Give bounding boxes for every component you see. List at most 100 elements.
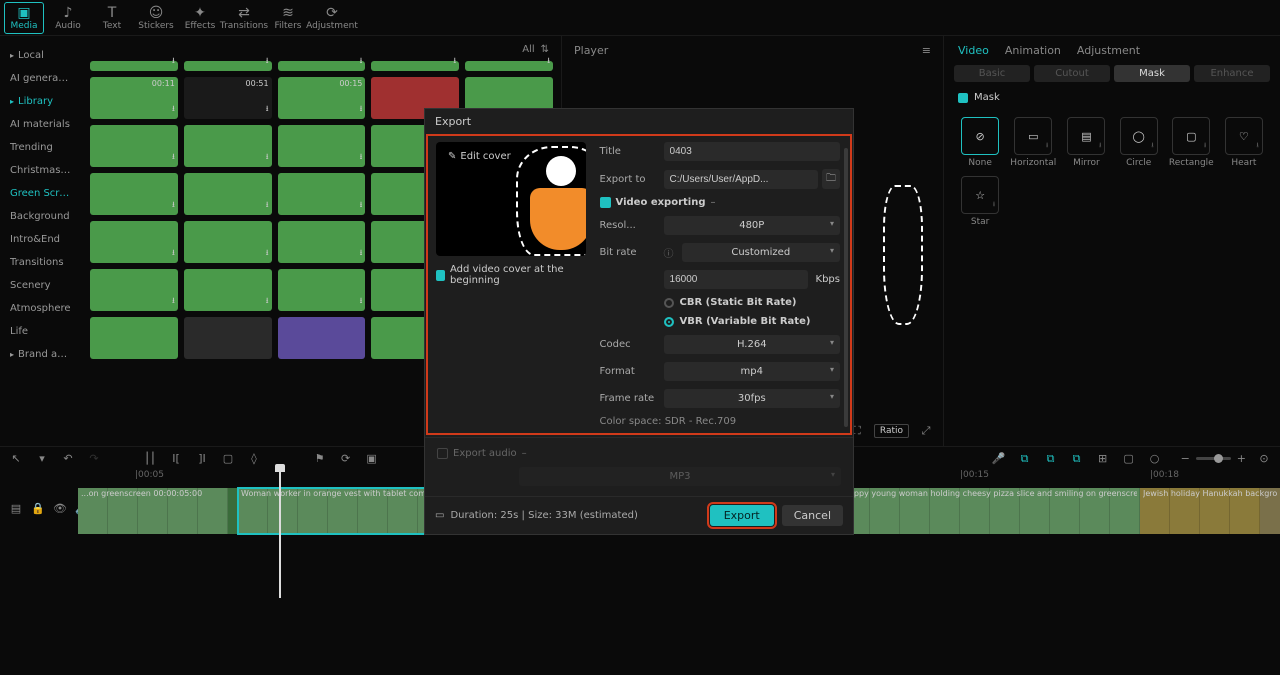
kbps-input[interactable] [664,270,808,289]
media-thumb[interactable]: ⭳ [278,269,366,311]
download-icon[interactable]: ⭳ [360,103,363,117]
filter-all[interactable]: All [522,44,534,55]
media-thumb[interactable]: ⭳ [90,173,178,215]
ab-icon[interactable]: ○ [1147,451,1163,467]
audio-export-checkbox[interactable] [437,448,448,459]
marker-button[interactable]: ◊ [246,451,262,467]
mask-horizontal[interactable]: ▭⭳ [1014,117,1052,155]
nav-intro-end[interactable]: Intro&End [0,228,82,251]
media-thumb[interactable]: 00:11⭳ [90,77,178,119]
player-fullscreen-icon[interactable]: ⤢ [917,422,935,440]
nav-green-screen[interactable]: Green Screen [0,182,82,205]
split-button[interactable]: ⎮⎮ [142,451,158,467]
subtab-mask[interactable]: Mask [1114,65,1190,82]
download-icon[interactable]: ⭳ [172,103,175,117]
nav-transitions[interactable]: Transitions [0,251,82,274]
mask-heart[interactable]: ♡⭳ [1225,117,1263,155]
tool-adjustment[interactable]: ⟳Adjustment [312,2,352,34]
fps-select[interactable]: 30fps [664,389,840,408]
download-icon[interactable]: ⭳ [266,55,269,69]
bitrate-select[interactable]: Customized [682,243,840,262]
nav-life[interactable]: Life [0,320,82,343]
export-button[interactable]: Export [710,505,774,526]
download-icon[interactable]: ⭳ [360,151,363,165]
codec-select[interactable]: H.264 [664,335,840,354]
media-thumb[interactable]: 00:51⭳ [184,77,272,119]
tab-video[interactable]: Video [958,44,989,57]
delete-button[interactable]: ▢ [220,451,236,467]
filter-icon[interactable]: ⇅ [541,44,549,55]
media-thumb[interactable]: ⭳ [184,61,272,71]
nav-local[interactable]: Local [0,44,82,67]
nav-scenery[interactable]: Scenery [0,274,82,297]
format-select[interactable]: mp4 [664,362,840,381]
tool-audio[interactable]: ♪Audio [48,2,88,34]
media-thumb[interactable]: ⭳ [90,269,178,311]
tool-effects[interactable]: ✦Effects [180,2,220,34]
media-thumb[interactable] [278,317,366,359]
flag-button[interactable]: ⚑ [312,451,328,467]
nav-library[interactable]: Library [0,90,82,113]
title-input[interactable] [664,142,840,161]
cbr-radio[interactable] [664,298,674,308]
clip[interactable]: Jewish holiday Hanukkah backgrou [1140,488,1280,534]
nav-trending[interactable]: Trending [0,136,82,159]
tool-transitions[interactable]: ⇄Transitions [224,2,264,34]
media-thumb[interactable]: ⭳ [184,269,272,311]
download-icon[interactable]: ⭳ [547,55,550,69]
tab-adjustment[interactable]: Adjustment [1077,44,1140,57]
download-icon[interactable]: ⭳ [172,199,175,213]
download-icon[interactable]: ⭳ [172,55,175,69]
media-thumb[interactable]: ⭳ [90,221,178,263]
magnet-icon[interactable]: ⧉ [1017,451,1033,467]
mask-mirror[interactable]: ▤⭳ [1067,117,1105,155]
media-thumb[interactable]: ⭳ [90,125,178,167]
media-thumb[interactable]: 00:15⭳ [278,77,366,119]
video-export-checkbox[interactable] [600,197,611,208]
trim-right-button[interactable]: ]I [194,451,210,467]
edit-cover-button[interactable]: ✎ Edit cover [442,148,517,165]
zoom-out-icon[interactable]: − [1181,452,1190,465]
clip[interactable]: ...on greenscreen 00:00:05:00 [78,488,238,534]
download-icon[interactable]: ⭳ [360,55,363,69]
player-ratio[interactable]: Ratio [874,424,909,438]
media-thumb[interactable]: ⭳ [465,61,553,71]
cover-checkbox[interactable] [436,270,445,281]
download-icon[interactable]: ⭳ [172,247,175,261]
redo-button[interactable]: ↷ [86,451,102,467]
nav-ai-generated[interactable]: AI generated [0,67,82,90]
trim-left-button[interactable]: I[ [168,451,184,467]
folder-icon[interactable]: 🗀 [822,169,840,189]
resolution-select[interactable]: 480P [664,216,840,235]
mask-none[interactable]: ⊘ [961,117,999,155]
nav-background[interactable]: Background [0,205,82,228]
fit-icon[interactable]: ⊙ [1256,451,1272,467]
snap-icon[interactable]: ⧉ [1069,451,1085,467]
player-menu-icon[interactable]: ≡ [922,44,931,57]
exportto-input[interactable] [664,170,818,189]
mask-rectangle[interactable]: ▢⭳ [1172,117,1210,155]
download-icon[interactable]: ⭳ [266,247,269,261]
preview-icon[interactable]: ▢ [1121,451,1137,467]
nav-atmosphere[interactable]: Atmosphere [0,297,82,320]
subtab-enhance[interactable]: Enhance [1194,65,1270,82]
chevron-down-icon[interactable]: ▾ [34,451,50,467]
select-tool[interactable]: ↖ [8,451,24,467]
media-thumb[interactable]: ⭳ [278,61,366,71]
tool-text[interactable]: TText [92,2,132,34]
download-icon[interactable]: ⭳ [266,295,269,309]
export-scrollbar[interactable] [844,148,848,427]
download-icon[interactable]: ⭳ [172,151,175,165]
media-thumb[interactable]: ⭳ [184,173,272,215]
download-icon[interactable]: ⭳ [360,295,363,309]
clip[interactable]: Happy young woman holding cheesy pizza s… [840,488,1140,534]
crop-button[interactable]: ▣ [364,451,380,467]
download-icon[interactable]: ⭳ [360,199,363,213]
cancel-button[interactable]: Cancel [782,505,843,526]
download-icon[interactable]: ⭳ [266,103,269,117]
download-icon[interactable]: ⭳ [266,151,269,165]
mask-circle[interactable]: ◯⭳ [1120,117,1158,155]
tool-media[interactable]: ▣Media [4,2,44,34]
info-icon[interactable]: ⓘ [664,245,674,260]
download-icon[interactable]: ⭳ [360,247,363,261]
